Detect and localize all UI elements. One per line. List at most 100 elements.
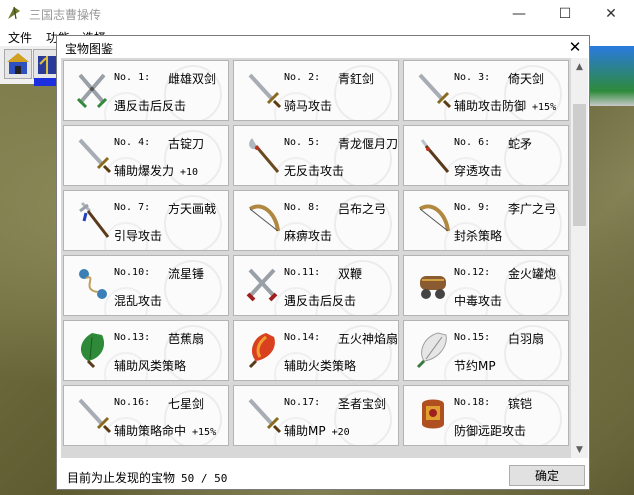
toolbar-castle-button[interactable] bbox=[4, 49, 32, 79]
cannon-icon bbox=[420, 276, 446, 299]
treasure-effect: 穿透攻击 bbox=[454, 162, 502, 179]
treasure-effect: 骑马攻击 bbox=[284, 97, 332, 114]
treasure-effect-text: 穿透攻击 bbox=[454, 164, 503, 178]
treasure-effect: 防御远距攻击 bbox=[454, 422, 526, 439]
treasure-effect-text: 辅助爆发力 bbox=[114, 164, 175, 178]
sword-icon bbox=[418, 73, 452, 109]
treasure-number: No. 1: bbox=[114, 72, 151, 83]
treasure-number: No.12: bbox=[454, 267, 491, 278]
treasure-effect: 混乱攻击 bbox=[114, 292, 162, 309]
treasure-effect: 辅助火类策略 bbox=[284, 357, 356, 374]
treasure-card[interactable]: No. 9: 李广之弓 封杀策略 bbox=[403, 190, 569, 251]
treasure-number: No.18: bbox=[454, 397, 491, 408]
treasure-effect-text: 辅助攻击防御 bbox=[454, 99, 527, 113]
treasure-number: No. 7: bbox=[114, 202, 151, 213]
treasure-bonus: +20 bbox=[331, 427, 350, 438]
spear-icon bbox=[420, 139, 450, 173]
ok-button[interactable]: 确定 bbox=[509, 465, 585, 486]
treasure-name: 双鞭 bbox=[338, 267, 363, 281]
treasure-card[interactable]: No. 3: 倚天剑辅助攻击防御 +15% bbox=[403, 60, 569, 121]
treasure-card[interactable]: No. 6: 蛇矛 穿透攻击 bbox=[403, 125, 569, 186]
treasure-effect-text: 引导攻击 bbox=[114, 229, 163, 243]
scroll-up-arrow-icon[interactable]: ▲ bbox=[571, 58, 588, 75]
treasure-grid[interactable]: No. 1: 雌雄双剑遇反击后反击 No. 2: 青釭剑 骑马攻击 No. 3: 倚天剑辅助… bbox=[61, 58, 571, 458]
treasure-name: 青釭剑 bbox=[338, 72, 375, 86]
treasure-bonus: +15% bbox=[192, 427, 217, 438]
treasure-effect: 辅助攻击防御 +15% bbox=[454, 97, 556, 114]
sword-icon bbox=[248, 398, 282, 434]
scroll-thumb[interactable] bbox=[573, 104, 586, 226]
treasure-effect-text: 防御远距攻击 bbox=[454, 424, 527, 438]
treasure-number: No. 3: bbox=[454, 72, 491, 83]
treasure-effect: 引导攻击 bbox=[114, 227, 162, 244]
treasure-effect: 辅助MP +20 bbox=[284, 422, 350, 439]
close-app-button[interactable]: ✕ bbox=[588, 0, 634, 28]
treasure-effect-text: 辅助MP bbox=[284, 424, 326, 438]
treasure-bonus: +15% bbox=[532, 102, 557, 113]
halberd-icon bbox=[79, 201, 110, 238]
treasure-name: 倚天剑 bbox=[508, 72, 545, 86]
treasure-card[interactable]: No.13: 芭蕉扇 辅助风类策略 bbox=[63, 320, 229, 381]
treasure-number: No.17: bbox=[284, 397, 321, 408]
treasure-number: No. 8: bbox=[284, 202, 321, 213]
treasure-card[interactable]: No.12: 金火罐炮 中毒攻击 bbox=[403, 255, 569, 316]
treasure-effect-text: 骑马攻击 bbox=[284, 99, 333, 113]
glaive-icon bbox=[249, 138, 280, 173]
castle-icon bbox=[7, 53, 29, 74]
twin-whips-icon bbox=[246, 268, 278, 302]
treasure-name: 流星锤 bbox=[168, 267, 205, 281]
treasure-card[interactable]: No. 1: 雌雄双剑 遇反击后反击 bbox=[63, 60, 229, 121]
treasure-number: No.15: bbox=[454, 332, 491, 343]
close-icon: ✕ bbox=[568, 38, 582, 56]
meteor-hammer-icon bbox=[79, 269, 107, 299]
treasure-effect: 辅助风类策略 bbox=[114, 357, 186, 374]
treasure-effect-text: 混乱攻击 bbox=[114, 294, 163, 308]
discovered-value: 50 / 50 bbox=[181, 472, 228, 485]
app-title: 三国志曹操传 bbox=[29, 8, 102, 22]
discovered-count: 目前为止发现的宝物 50 / 50 bbox=[67, 469, 227, 486]
treasure-name: 圣者宝剑 bbox=[338, 397, 387, 411]
treasure-name: 芭蕉扇 bbox=[168, 332, 205, 346]
vertical-scrollbar[interactable]: ▲ ▼ bbox=[571, 58, 588, 458]
treasure-number: No.14: bbox=[284, 332, 321, 343]
treasure-card[interactable]: No.10: 流星锤 混乱攻击 bbox=[63, 255, 229, 316]
treasure-card[interactable]: No.11: 双鞭 遇反击后反击 bbox=[233, 255, 399, 316]
menu-file[interactable]: 文件 bbox=[8, 29, 32, 46]
treasure-effect: 中毒攻击 bbox=[454, 292, 502, 309]
treasure-name: 镔铠 bbox=[508, 397, 533, 411]
treasure-effect: 麻痹攻击 bbox=[284, 227, 332, 244]
treasure-card[interactable]: No. 8: 吕布之弓 麻痹攻击 bbox=[233, 190, 399, 251]
treasure-effect: 辅助策略命中 +15% bbox=[114, 422, 216, 439]
treasure-card[interactable]: No.15: 白羽扇 节约MP bbox=[403, 320, 569, 381]
treasure-effect: 无反击攻击 bbox=[284, 162, 344, 179]
treasure-effect: 遇反击后反击 bbox=[284, 292, 356, 309]
treasure-name: 雌雄双剑 bbox=[168, 72, 217, 86]
treasure-number: No. 9: bbox=[454, 202, 491, 213]
discovered-label: 目前为止发现的宝物 bbox=[67, 471, 176, 485]
treasure-effect: 封杀策略 bbox=[454, 227, 502, 244]
treasure-effect: 辅助爆发力 +10 bbox=[114, 162, 198, 179]
treasure-card[interactable]: No. 5: 青龙偃月刀 无反击攻击 bbox=[233, 125, 399, 186]
bow-icon bbox=[248, 204, 280, 232]
treasure-card[interactable]: No. 4: 古锭刀 辅助爆发力 +10 bbox=[63, 125, 229, 186]
minimize-button[interactable]: — bbox=[496, 0, 542, 28]
treasure-effect-text: 节约MP bbox=[454, 359, 496, 373]
treasure-card[interactable]: No. 7: 方天画戟 引导攻击 bbox=[63, 190, 229, 251]
treasure-card[interactable]: No.18: 镔铠防御远距攻击 bbox=[403, 385, 569, 446]
treasure-card[interactable]: No.14: 五火神焰扇 辅助火类策略 bbox=[233, 320, 399, 381]
treasure-name: 白羽扇 bbox=[508, 332, 545, 346]
dialog-title: 宝物图鉴 bbox=[65, 42, 114, 56]
treasure-name: 蛇矛 bbox=[508, 137, 533, 151]
treasure-card[interactable]: No.16: 七星剑 辅助策略命中 +15% bbox=[63, 385, 229, 446]
treasure-card[interactable]: No.17: 圣者宝剑 辅助MP +20 bbox=[233, 385, 399, 446]
treasure-catalog-dialog: 宝物图鉴 ✕ No. 1: 雌雄双剑 遇反击后反击 No. 2: 青釭剑 骑马攻击 No. … bbox=[56, 35, 590, 490]
maximize-button[interactable]: ☐ bbox=[542, 0, 588, 28]
game-scenery bbox=[590, 46, 634, 106]
feather-fan-icon bbox=[416, 332, 447, 369]
sword-icon bbox=[78, 138, 112, 174]
treasure-name: 七星剑 bbox=[168, 397, 205, 411]
treasure-effect-text: 辅助风类策略 bbox=[114, 359, 187, 373]
scroll-down-arrow-icon[interactable]: ▼ bbox=[571, 441, 588, 458]
treasure-card[interactable]: No. 2: 青釭剑 骑马攻击 bbox=[233, 60, 399, 121]
dialog-close-button[interactable]: ✕ bbox=[563, 36, 587, 58]
